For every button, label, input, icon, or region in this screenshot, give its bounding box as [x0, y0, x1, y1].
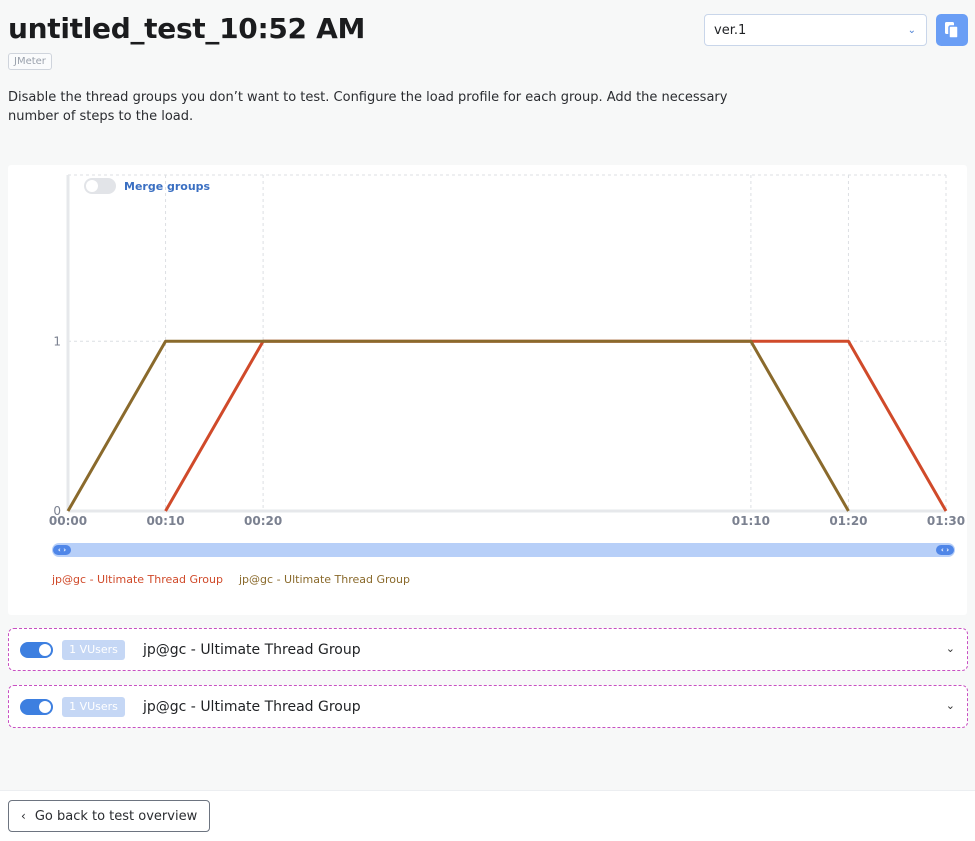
x-tick-label: 00:10 [146, 514, 184, 528]
chevron-down-icon: ⌄ [907, 24, 916, 36]
x-tick-label: 00:20 [244, 514, 282, 528]
chevron-down-icon[interactable]: ⌄ [946, 699, 955, 712]
chart-legend: jp@gc - Ultimate Thread Group jp@gc - Ul… [52, 573, 410, 586]
series-line [66, 339, 850, 512]
chevron-down-icon[interactable]: ⌄ [946, 642, 955, 655]
copy-icon [945, 22, 959, 39]
series-line [164, 339, 948, 512]
legend-item[interactable]: jp@gc - Ultimate Thread Group [52, 573, 223, 586]
back-button-label: Go back to test overview [34, 808, 198, 824]
version-select-value: ver.1 [714, 22, 747, 38]
range-start-handle[interactable]: ‹ › [53, 545, 71, 555]
chevron-left-icon: ‹ [21, 809, 26, 823]
page-description: Disable the thread groups you don’t want… [8, 90, 728, 124]
engine-tag: JMeter [8, 53, 52, 70]
range-end-handle[interactable]: ‹ › [936, 545, 954, 555]
thread-group-toggle[interactable] [20, 641, 53, 658]
vusers-badge: 1 VUsers [62, 696, 125, 717]
version-select[interactable]: ver.1 ⌄ [704, 14, 927, 46]
thread-group-toggle[interactable] [20, 698, 53, 715]
y-tick-label: 1 [53, 334, 61, 348]
merge-groups: Merge groups [84, 178, 210, 194]
chart-canvas: 0100:00 00:10 00:20 01:10 01:20 01:30 [49, 174, 965, 528]
load-profile-chart: 0 1 00:00 00:10 00:20 01:10 01:20 01:30 Merge g… [8, 165, 967, 615]
thread-group-name: jp@gc - Ultimate Thread Group [143, 641, 361, 658]
legend-item[interactable]: jp@gc - Ultimate Thread Group [239, 573, 410, 586]
thread-group-row[interactable]: 1 VUsers jp@gc - Ultimate Thread Group ⌄ [8, 685, 968, 728]
copy-button[interactable] [936, 14, 968, 46]
merge-groups-toggle[interactable] [84, 178, 116, 194]
chart-range-scrollbar[interactable]: ‹ › ‹ › [52, 543, 955, 557]
merge-groups-label: Merge groups [124, 179, 211, 193]
thread-group-name: jp@gc - Ultimate Thread Group [143, 698, 361, 715]
thread-group-row[interactable]: 1 VUsers jp@gc - Ultimate Thread Group ⌄ [8, 628, 968, 671]
page-title: untitled_test_10:52 AM [8, 12, 366, 45]
vusers-badge: 1 VUsers [62, 639, 125, 660]
x-tick-label: 01:30 [927, 514, 965, 528]
x-tick-label: 00:00 [49, 514, 87, 528]
back-to-overview-button[interactable]: ‹ Go back to test overview [8, 800, 211, 832]
footer-bar: ‹ Go back to test overview [0, 790, 975, 841]
x-tick-label: 01:20 [829, 514, 867, 528]
x-tick-label: 01:10 [732, 514, 770, 528]
